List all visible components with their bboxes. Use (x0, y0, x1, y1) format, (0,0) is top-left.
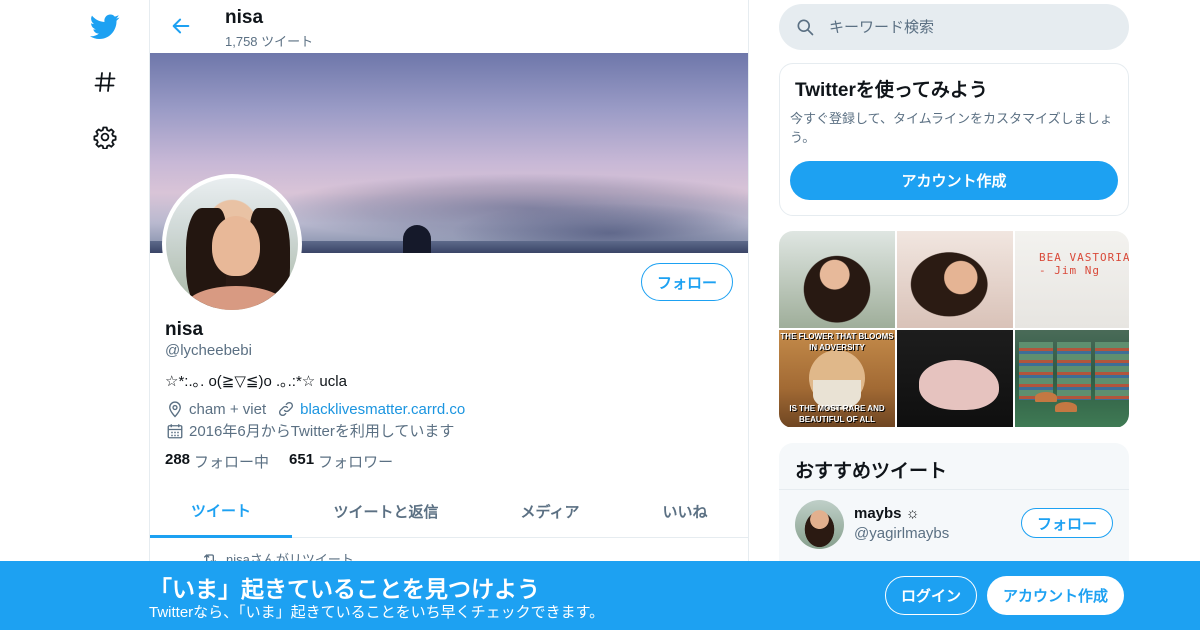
calendar-icon (165, 421, 185, 441)
recommended-user-name[interactable]: maybs ☼ (854, 505, 919, 522)
signup-card-description: 今すぐ登録して、タイムラインをカスタマイズしましょう。 (790, 111, 1113, 145)
twitter-bird-icon[interactable] (88, 10, 122, 44)
followers-label[interactable]: フォロワー (318, 451, 393, 472)
profile-column: nisa 1,758 ツイート フォロー nisa @lycheebebi ☆*… (149, 0, 749, 630)
profile-tabs: ツイート ツイートと返信 メディア いいね (150, 485, 748, 538)
recommended-user-avatar[interactable] (795, 500, 844, 549)
search-box[interactable] (779, 4, 1129, 50)
header-tweet-count: 1,758 ツイート (225, 34, 314, 49)
thumbnail-caption: BEAUTIFUL OF ALL (799, 415, 875, 424)
tab-likes[interactable]: いいね (630, 485, 740, 538)
bottom-signup-bar: 「いま」起きていることを見つけよう Twitterなら、「いま」起きていることを… (0, 561, 1200, 630)
thumbnail-mushroom (1055, 402, 1077, 412)
thumbnail-caption: BEA VASTORIA - Jim Ng (1039, 251, 1129, 277)
recommended-follow-button[interactable]: フォロー (1021, 508, 1113, 538)
media-thumbnail[interactable]: THE FLOWER THAT BLOOMS IN ADVERSITY IS T… (779, 330, 895, 427)
banner-figure (403, 225, 431, 253)
avatar-face (212, 216, 260, 276)
recommended-title: おすすめツイート (795, 461, 948, 482)
bottom-bar-title: 「いま」起きていることを見つけよう (149, 576, 540, 602)
following-count[interactable]: 288 (165, 451, 190, 472)
thumbnail-caption: IS THE MOST RARE AND (789, 404, 885, 413)
divider (779, 489, 1129, 490)
profile-bio: ☆*:.｡. o(≧▽≦)o .｡.:*☆ ucla (165, 373, 347, 390)
search-input[interactable] (829, 18, 1109, 36)
tab-media[interactable]: メディア (495, 485, 605, 538)
media-thumbnail[interactable] (897, 330, 1013, 427)
tab-tweets[interactable]: ツイート (150, 485, 292, 538)
profile-header-bar: nisa 1,758 ツイート (150, 0, 748, 53)
signup-card-title: Twitterを使ってみよう (795, 80, 988, 101)
thumbnail-figure (919, 360, 999, 410)
followers-count[interactable]: 651 (289, 451, 314, 472)
header-name: nisa (225, 7, 264, 28)
thumbnail-mushroom (1035, 392, 1057, 402)
bottom-create-account-button[interactable]: アカウント作成 (987, 576, 1124, 615)
profile-avatar[interactable] (162, 174, 302, 314)
link-icon (276, 399, 296, 419)
following-label[interactable]: フォロー中 (194, 451, 269, 472)
profile-location: cham + viet (189, 400, 267, 418)
recommended-user-handle: @yagirlmaybs (854, 525, 950, 542)
search-icon (795, 17, 815, 37)
thumbnail-caption: THE FLOWER THAT BLOOMS IN ADVERSITY (780, 332, 894, 352)
thumbnail-shelf (1057, 342, 1091, 400)
media-thumbnail[interactable] (897, 231, 1013, 328)
profile-name: nisa (165, 319, 204, 340)
profile-joined-text: 2016年6月からTwitterを利用しています (189, 423, 455, 440)
media-thumbnail[interactable] (779, 231, 895, 328)
tab-tweets-and-replies[interactable]: ツイートと返信 (312, 485, 460, 538)
hashtag-icon[interactable] (88, 65, 122, 99)
media-grid: BEA VASTORIA - Jim Ng THE FLOWER THAT BL… (779, 231, 1129, 428)
back-arrow-icon[interactable] (166, 11, 196, 41)
signup-card: Twitterを使ってみよう 今すぐ登録して、タイムラインをカスタマイズしましょ… (779, 63, 1129, 216)
profile-website-link[interactable]: blacklivesmatter.carrd.co (300, 401, 465, 418)
login-button[interactable]: ログイン (885, 576, 977, 615)
media-thumbnail[interactable]: BEA VASTORIA - Jim Ng (1015, 231, 1129, 328)
profile-joined: 2016年6月からTwitterを利用しています (165, 420, 454, 441)
thumbnail-shelf (1095, 342, 1129, 400)
left-nav (0, 0, 150, 630)
media-thumbnail[interactable] (1015, 330, 1129, 427)
profile-meta: cham + viet blacklivesmatter.carrd.co (165, 399, 465, 419)
profile-stats: 288 フォロー中 651 フォロワー (165, 451, 413, 472)
gear-icon[interactable] (88, 120, 122, 154)
follow-button[interactable]: フォロー (641, 263, 733, 301)
bottom-bar-subtitle: Twitterなら、「いま」起きていることをいち早くチェックできます。 (149, 604, 605, 621)
create-account-button[interactable]: アカウント作成 (790, 161, 1118, 200)
profile-handle: @lycheebebi (165, 342, 252, 359)
location-pin-icon (165, 399, 185, 419)
